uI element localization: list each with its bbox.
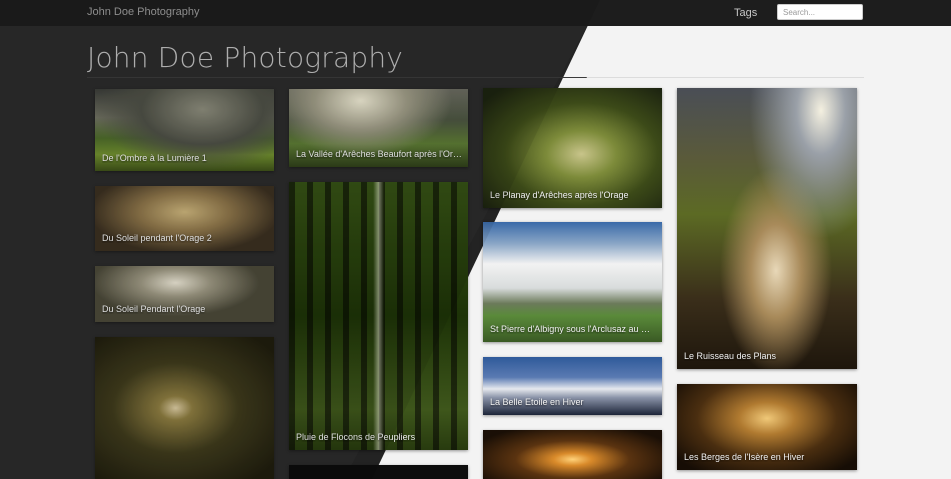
photo-caption: La Vallée d'Arêches Beaufort après l'Ora… (296, 149, 462, 159)
photo-caption: Le Planay d'Arêches après l'Orage (490, 190, 629, 200)
photo-caption: Les Berges de l'Isère en Hiver (684, 452, 805, 462)
photo-card[interactable] (289, 465, 468, 479)
photo-image (483, 430, 662, 479)
photo-caption: Le Ruisseau des Plans (684, 351, 777, 361)
navbar-brand[interactable]: John Doe Photography (87, 6, 200, 18)
page-title: John Doe Photography (87, 41, 403, 74)
photo-card[interactable]: St Pierre d'Albigny sous l'Arclusaz au P… (483, 222, 662, 342)
page-title-text: John Doe Photography (87, 41, 404, 74)
photo-caption: La Belle Etoile en Hiver (490, 397, 584, 407)
photo-caption: De l'Ombre à la Lumière 1 (102, 153, 207, 163)
photo-caption: St Pierre d'Albigny sous l'Arclusaz au P… (490, 324, 656, 334)
photo-card[interactable]: La Belle Etoile en Hiver (483, 357, 662, 415)
photo-card[interactable]: De l'Ombre à la Lumière 1 (95, 89, 274, 171)
photo-card[interactable]: Le Ruisseau des Plans (677, 88, 857, 369)
photo-image (677, 88, 857, 369)
photo-caption: Du Soleil Pendant l'Orage (102, 304, 206, 314)
photo-card[interactable]: Les Berges de l'Isère en Hiver (677, 384, 857, 470)
photo-caption: Pluie de Flocons de Peupliers (296, 432, 416, 442)
photo-caption: Du Soleil pendant l'Orage 2 (102, 233, 212, 243)
photo-image (95, 337, 274, 479)
navbar: John Doe Photography Tags (0, 0, 951, 26)
photo-image (289, 465, 468, 479)
photo-card[interactable]: Du Soleil pendant l'Orage 2 (95, 186, 274, 251)
photo-card[interactable] (483, 430, 662, 479)
photo-card[interactable]: Pluie de Flocons de Peupliers (289, 182, 468, 450)
photo-image (289, 182, 468, 450)
photo-card[interactable]: Du Soleil Pendant l'Orage (95, 266, 274, 322)
nav-link-tags[interactable]: Tags (734, 7, 757, 19)
photo-card[interactable]: Le Planay d'Arêches après l'Orage (483, 88, 662, 208)
photo-card[interactable] (95, 337, 274, 479)
search-input[interactable] (777, 4, 863, 20)
photo-card[interactable]: La Vallée d'Arêches Beaufort après l'Ora… (289, 89, 468, 167)
